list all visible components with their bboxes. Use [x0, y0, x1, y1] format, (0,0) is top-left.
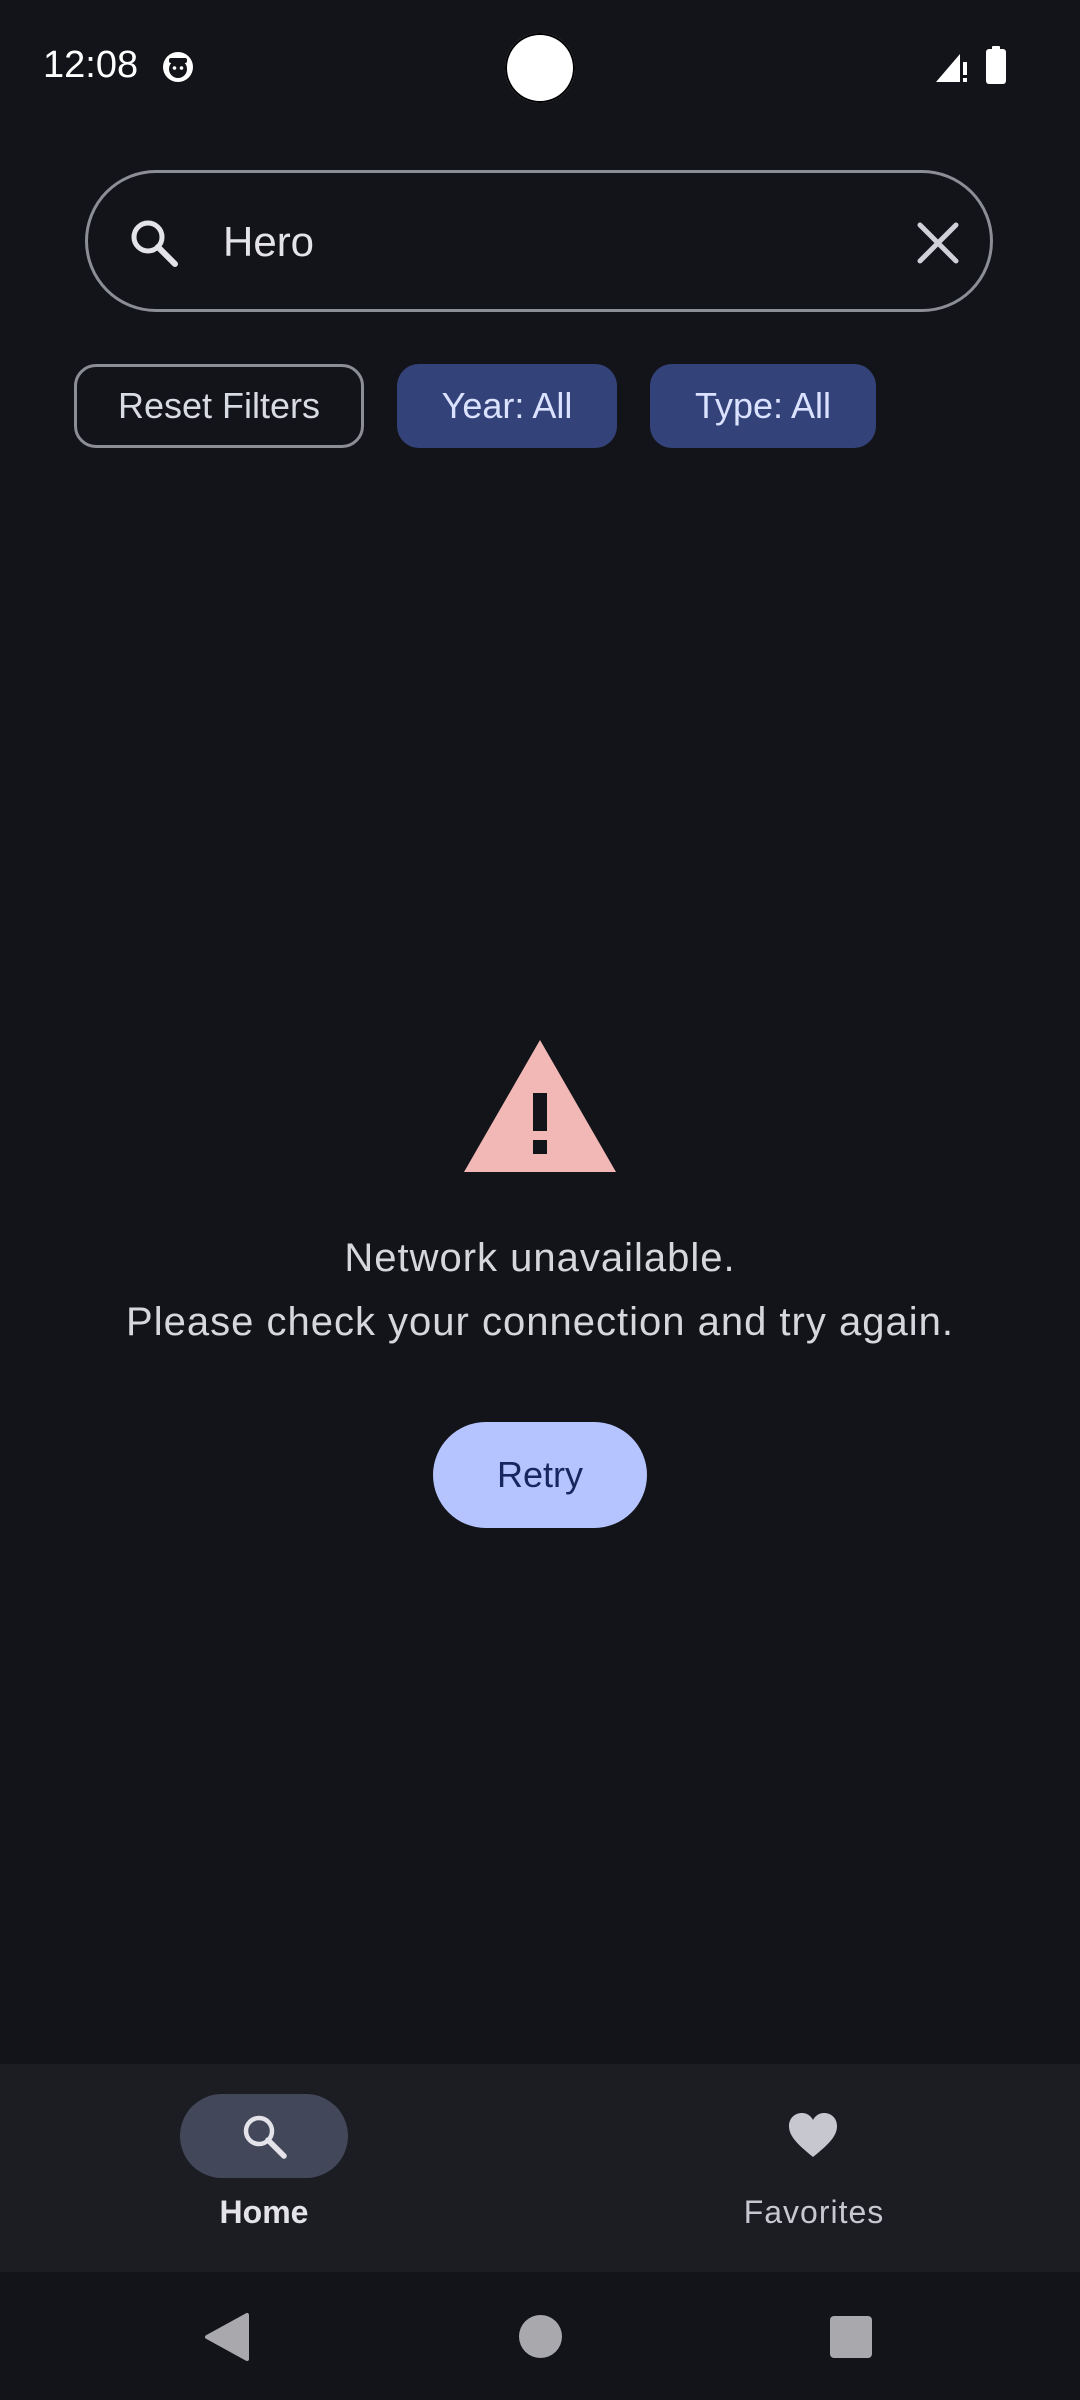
search-icon — [131, 220, 178, 267]
close-icon[interactable] — [910, 215, 966, 271]
camera-cutout — [505, 33, 575, 103]
nav-item-favorites[interactable]: Favorites — [540, 2064, 1080, 2272]
app-notification-icon — [163, 52, 193, 82]
status-time: 12:08 — [43, 44, 139, 86]
search-input[interactable] — [223, 209, 863, 275]
retry-button[interactable]: Retry — [433, 1422, 647, 1528]
home-icon[interactable] — [519, 2315, 562, 2358]
nav-label-home: Home — [219, 2194, 309, 2230]
back-icon[interactable] — [203, 2312, 251, 2362]
reset-filters-chip[interactable]: Reset Filters — [74, 364, 364, 448]
warning-icon — [464, 1040, 616, 1172]
screen: 12:08 Reset Filters Y — [0, 0, 1080, 2400]
error-message-title: Network unavailable. — [344, 1236, 736, 1280]
year-filter-chip[interactable]: Year: All — [397, 364, 617, 448]
nav-label-favorites: Favorites — [743, 2194, 885, 2230]
bottom-navigation: Home Favorites — [0, 2064, 1080, 2272]
error-message-detail: Please check your connection and try aga… — [126, 1300, 954, 1344]
search-bar[interactable] — [85, 170, 993, 312]
signal-icon — [936, 54, 967, 82]
heart-icon — [789, 2113, 837, 2157]
recents-icon[interactable] — [830, 2316, 872, 2358]
search-icon — [243, 2115, 287, 2159]
type-filter-chip[interactable]: Type: All — [650, 364, 876, 448]
system-navigation-bar — [0, 2272, 1080, 2400]
status-bar: 12:08 — [0, 0, 1080, 132]
battery-icon — [986, 46, 1006, 84]
nav-item-home[interactable]: Home — [0, 2064, 540, 2272]
